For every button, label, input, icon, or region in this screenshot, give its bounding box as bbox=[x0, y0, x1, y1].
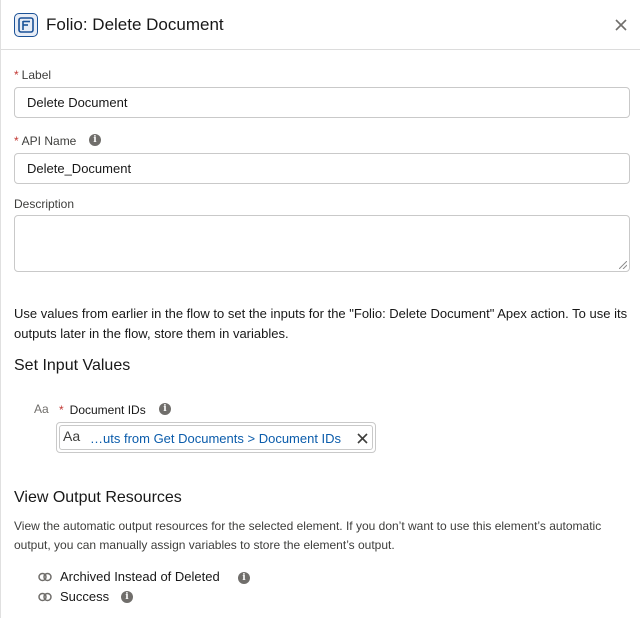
output-item-label: Success bbox=[60, 589, 110, 604]
inputs-section-title: Set Input Values bbox=[14, 357, 131, 374]
required-marker: * bbox=[14, 134, 19, 148]
document-ids-label: * Document IDs bbox=[59, 403, 146, 417]
close-icon bbox=[357, 433, 368, 444]
close-button[interactable] bbox=[611, 15, 631, 35]
resource-pill-label: …uts from Get Documents > Document IDs bbox=[90, 431, 342, 446]
resize-handle-icon[interactable] bbox=[619, 261, 627, 269]
document-ids-combobox[interactable]: Aa …uts from Get Documents > Document ID… bbox=[56, 422, 376, 453]
output-resource-icon bbox=[38, 572, 52, 582]
label-input[interactable]: Delete Document bbox=[14, 87, 630, 118]
text-type-icon: Aa bbox=[63, 428, 81, 444]
flow-action-icon bbox=[14, 13, 38, 37]
api-name-input[interactable]: Delete_Document bbox=[14, 153, 630, 184]
output-item-label: Archived Instead of Deleted bbox=[60, 569, 220, 584]
panel-header: Folio: Delete Document bbox=[1, 0, 640, 50]
output-info-icon[interactable]: i bbox=[238, 572, 250, 584]
outputs-description: View the automatic output resources for … bbox=[14, 519, 602, 552]
description-textarea[interactable] bbox=[14, 215, 630, 272]
document-ids-info-icon[interactable]: i bbox=[159, 403, 171, 415]
close-icon bbox=[615, 19, 627, 31]
description-field-label: Description bbox=[14, 197, 75, 211]
panel-title: Folio: Delete Document bbox=[46, 15, 224, 34]
required-marker: * bbox=[14, 68, 19, 82]
required-marker: * bbox=[59, 403, 64, 417]
api-name-field-label: * API Name bbox=[14, 134, 77, 148]
output-info-icon[interactable]: i bbox=[121, 591, 133, 603]
remove-pill-button[interactable] bbox=[356, 432, 369, 445]
label-field-label: * Label bbox=[14, 68, 52, 82]
action-editor-panel: Folio: Delete Document * Label Delete Doc… bbox=[0, 0, 640, 618]
outputs-section-title: View Output Resources bbox=[14, 489, 182, 506]
intro-text: Use values from earlier in the flow to s… bbox=[14, 306, 628, 341]
resource-pill[interactable]: Aa …uts from Get Documents > Document ID… bbox=[59, 425, 373, 450]
api-name-info-icon[interactable]: i bbox=[89, 134, 101, 146]
text-type-icon: Aa bbox=[34, 402, 49, 416]
output-resource-icon bbox=[38, 592, 52, 602]
